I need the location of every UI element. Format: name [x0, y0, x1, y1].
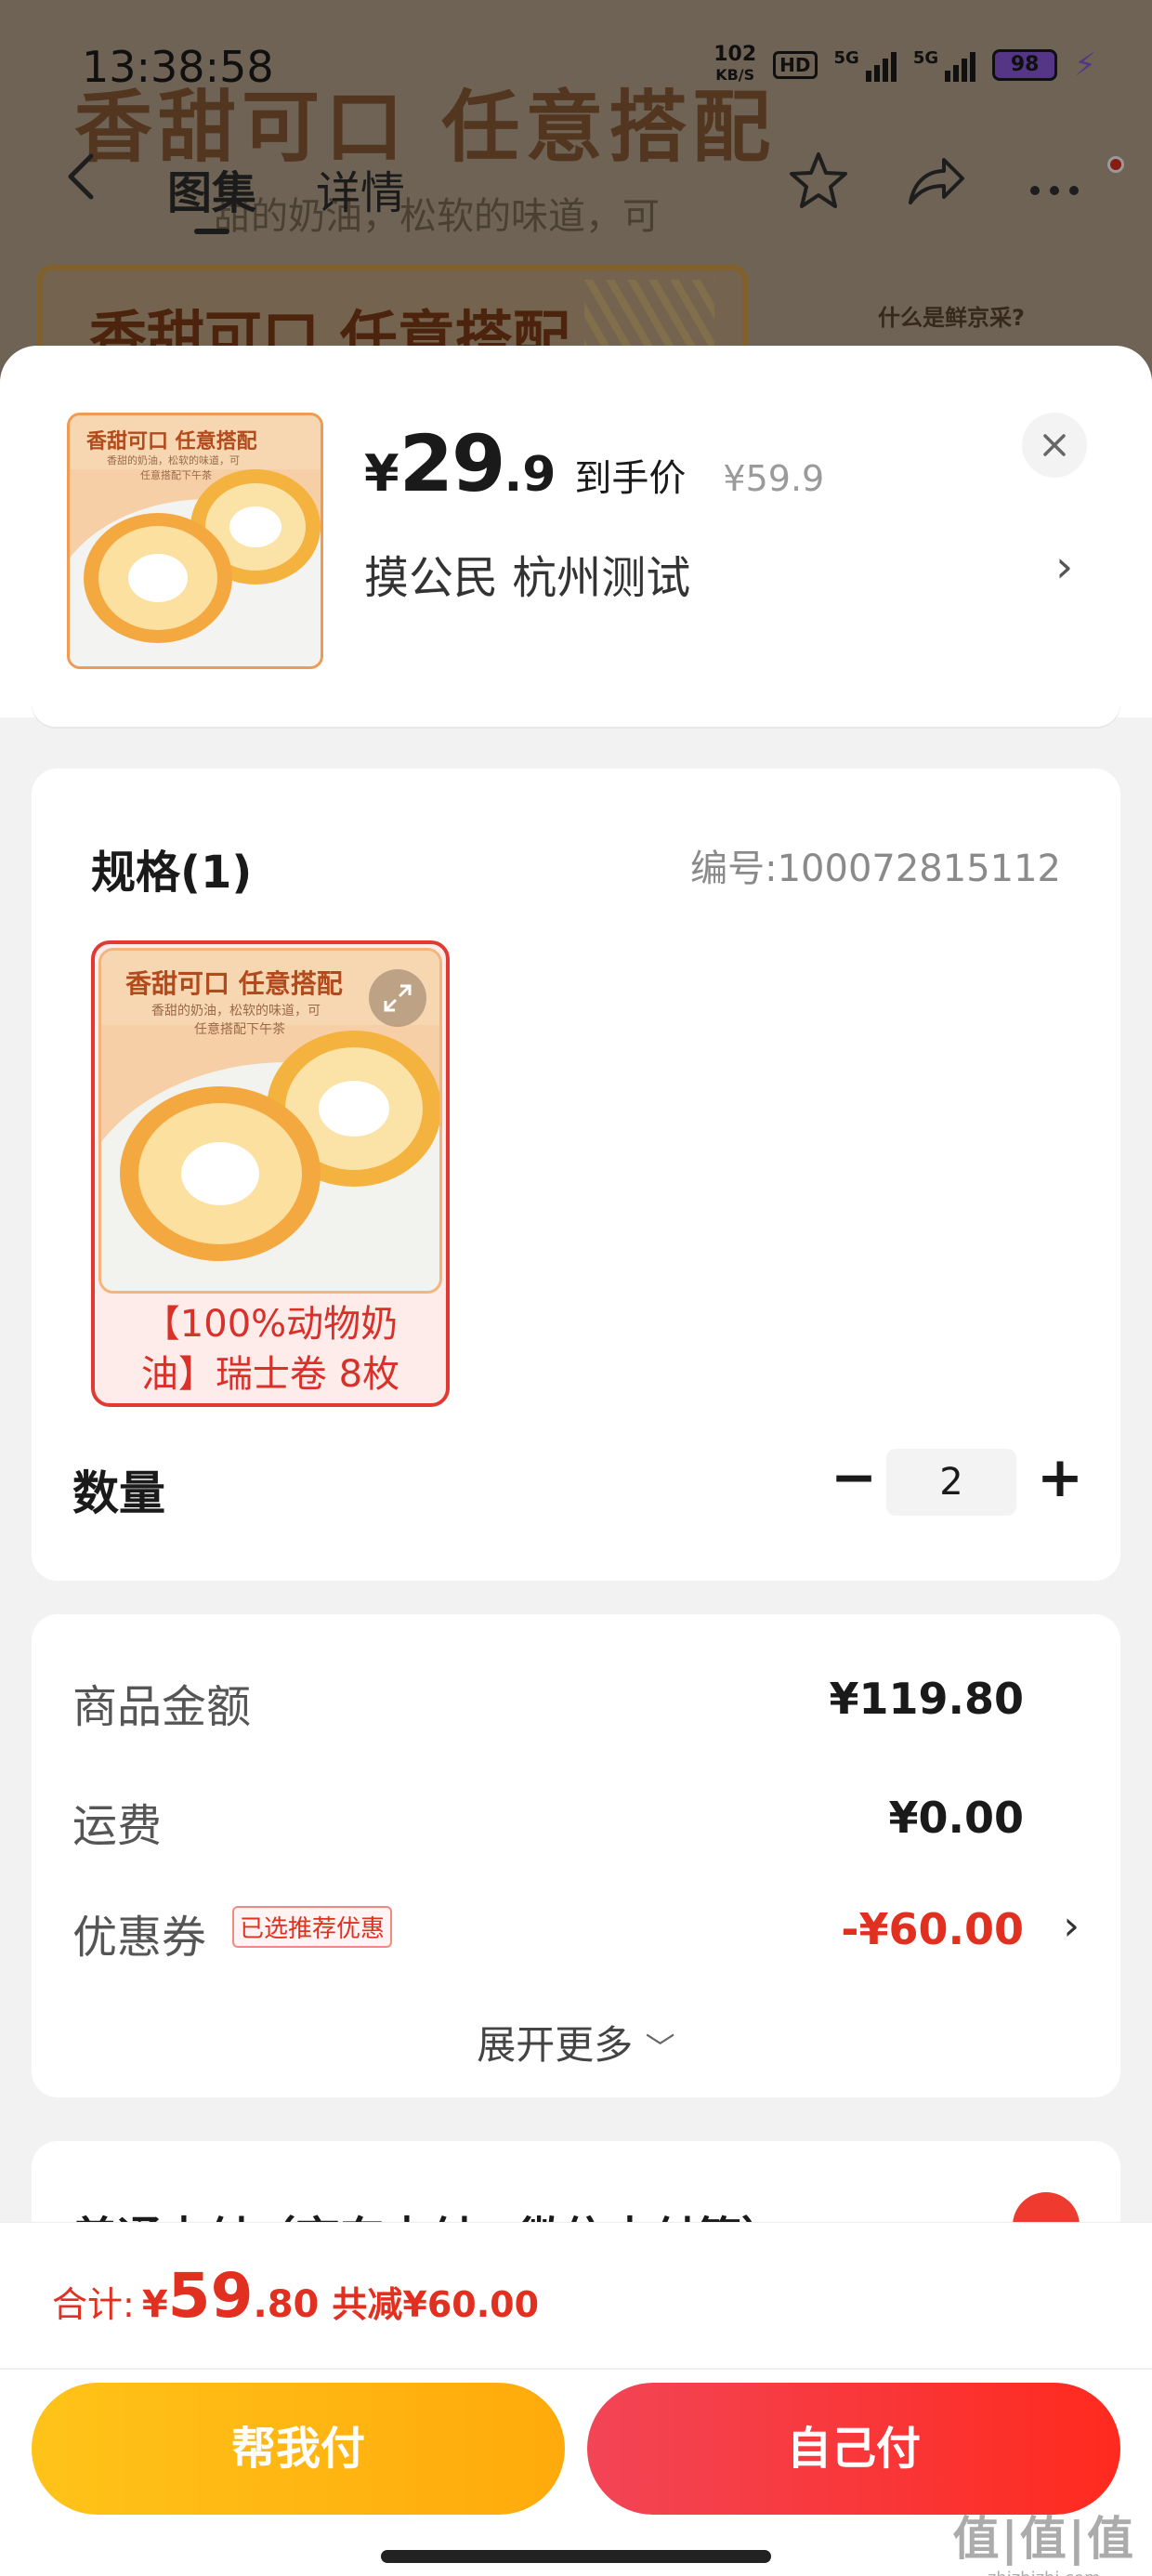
expand-image-button[interactable] [369, 969, 426, 1027]
spec-option-image: 香甜可口 任意搭配 香甜的奶油，松软的味道，可 任意搭配下午茶 [98, 948, 442, 1294]
quantity-plus-button[interactable]: + [1028, 1447, 1093, 1512]
price-row: ¥ 29 .9 到手价 ¥59.9 [364, 418, 824, 509]
spec-image-subcaption-2: 任意搭配下午茶 [194, 1022, 285, 1037]
quantity-input[interactable]: 2 [886, 1449, 1016, 1516]
home-indicator[interactable] [381, 2550, 771, 2563]
total-decimal: .80 [253, 2283, 320, 2326]
total-saving: 共减¥60.00 [332, 2284, 540, 2325]
product-thumbnail: 香甜可口 任意搭配 香甜的奶油，松软的味道，可 任意搭配下午茶 [67, 413, 323, 669]
chevron-right-icon[interactable]: › [1055, 541, 1073, 593]
thumbnail-subcaption: 香甜的奶油，松软的味道，可 [107, 454, 240, 467]
total-integer: 59 [167, 2260, 254, 2332]
total-label: 合计: [52, 2284, 135, 2325]
header-strip [32, 699, 1120, 727]
quantity-minus-button[interactable]: − [821, 1447, 886, 1512]
spec-card: 规格(1) 编号:100072815112 香甜可口 任意搭配 香甜的奶油，松软… [32, 769, 1120, 1581]
fee-label: 运费 [72, 1800, 163, 1852]
watermark: 值|值|值 zhizhizhi.com [952, 2502, 1135, 2576]
close-icon [1043, 434, 1066, 456]
fee-label: 商品金额 [72, 1681, 252, 1733]
fee-label: 优惠券 [72, 1912, 207, 1964]
spec-image-subcaption: 香甜的奶油，松软的味道，可 [151, 1004, 321, 1019]
price-decimal: .9 [504, 447, 556, 503]
pay-myself-button[interactable]: 自己付 [587, 2383, 1120, 2515]
sheet-header: 香甜可口 任意搭配 香甜的奶油，松软的味道，可 任意搭配下午茶 ¥ 29 .9 … [0, 346, 1152, 717]
expand-icon [384, 984, 412, 1012]
spec-option-selected[interactable]: 香甜可口 任意搭配 香甜的奶油，松软的味道，可 任意搭配下午茶 【100%动物奶… [91, 940, 450, 1407]
price-integer: 29 [399, 418, 506, 509]
product-code: 编号:100072815112 [690, 848, 1061, 890]
fee-summary-card: 商品金额 ¥119.80 运费 ¥0.00 优惠券 已选推荐优惠 -¥60.00… [32, 1614, 1120, 2097]
checkout-footer: 合计: ¥ 59 .80 共减¥60.00 帮我付 自己付 值|值|值 zhiz… [0, 2222, 1152, 2576]
watermark-url: zhizhizhi.com [952, 2569, 1135, 2576]
close-button[interactable] [1022, 413, 1087, 478]
coupon-badge: 已选推荐优惠 [232, 1906, 393, 1948]
delivery-address[interactable]: 摸公民 杭州测试 [364, 541, 690, 606]
chevron-down-icon: ﹀ [645, 2031, 675, 2066]
divider [0, 2368, 1152, 2370]
help-me-pay-button[interactable]: 帮我付 [32, 2383, 565, 2515]
total-row: 合计: ¥ 59 .80 共减¥60.00 [52, 2260, 539, 2332]
quantity-label: 数量 [72, 1466, 165, 1520]
spec-title: 规格(1) [91, 847, 253, 899]
total-currency: ¥ [141, 2283, 168, 2326]
fee-row-coupon[interactable]: 优惠券 已选推荐优惠 -¥60.00 › [72, 1900, 1080, 1965]
fee-row-shipping: 运费 ¥0.00 [72, 1789, 1080, 1854]
watermark-logo: 值|值|值 [952, 2512, 1135, 2566]
original-price: ¥59.9 [723, 458, 825, 499]
fee-value: ¥119.80 [829, 1674, 1024, 1724]
chevron-right-icon[interactable]: › [1063, 1902, 1080, 1950]
thumbnail-caption: 香甜可口 任意搭配 [86, 430, 257, 453]
spec-option-label: 【100%动物奶油】瑞士卷 8枚 [140, 1303, 400, 1396]
coupon-value: -¥60.00 [841, 1904, 1024, 1954]
modal-overlay[interactable] [0, 0, 1152, 390]
fee-row-goods: 商品金额 ¥119.80 [72, 1670, 1080, 1735]
price-tag: 到手价 [574, 457, 687, 500]
thumbnail-subcaption-2: 任意搭配下午茶 [140, 469, 212, 481]
fee-value: ¥0.00 [888, 1793, 1024, 1843]
spec-image-caption: 香甜可口 任意搭配 [125, 968, 343, 999]
price-currency: ¥ [364, 444, 399, 503]
expand-more-button[interactable]: 展开更多 ﹀ [32, 2014, 1120, 2070]
expand-more-label: 展开更多 [477, 2022, 634, 2068]
